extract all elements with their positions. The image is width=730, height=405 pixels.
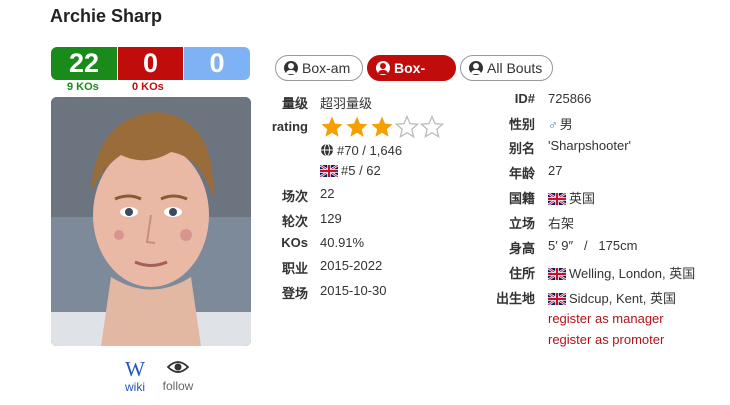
follow-label: follow bbox=[162, 379, 194, 393]
tab-label: Box-am bbox=[302, 60, 351, 76]
debut-value: 2015-10-30 bbox=[320, 283, 387, 298]
rounds-label: 轮次 bbox=[281, 214, 308, 229]
tab-box-am[interactable]: Box-am bbox=[275, 55, 363, 81]
wins-count: 22 bbox=[51, 47, 117, 80]
wins-ko-count: 9 KOs bbox=[67, 81, 99, 93]
star-empty-icon bbox=[420, 115, 444, 139]
rating-label: rating bbox=[271, 119, 308, 134]
boxer-photo bbox=[51, 97, 251, 346]
alias-label: 别名 bbox=[508, 141, 535, 156]
losses-ko-count: 0 KOs bbox=[132, 81, 164, 93]
sex-label: 性别 bbox=[508, 117, 535, 132]
draws-count: 0 bbox=[184, 47, 250, 80]
male-icon: ♂ bbox=[548, 117, 558, 132]
birthplace-value: Sidcup, Kent, 英国 bbox=[548, 288, 676, 307]
eye-icon bbox=[166, 361, 190, 373]
career-label: 职业 bbox=[281, 261, 308, 276]
birthplace-text: Sidcup, Kent, 英国 bbox=[569, 291, 676, 306]
nationality-label: 国籍 bbox=[508, 191, 535, 206]
world-rank: #70 / 1,646 bbox=[320, 143, 402, 158]
bouts-value: 22 bbox=[320, 186, 335, 201]
kos-value: 40.91% bbox=[320, 235, 365, 250]
nationality-text: 英国 bbox=[569, 191, 596, 206]
wiki-link[interactable]: W wiki bbox=[118, 357, 152, 395]
tab-label: Box-pro bbox=[394, 60, 426, 100]
rounds-value: 129 bbox=[320, 211, 342, 226]
height-label: 身高 bbox=[508, 241, 535, 256]
debut-label: 登场 bbox=[281, 286, 308, 301]
wiki-label: wiki bbox=[125, 380, 145, 394]
follow-button[interactable]: follow bbox=[158, 359, 198, 393]
sex-text: 男 bbox=[559, 117, 573, 132]
wikipedia-icon: W bbox=[125, 357, 145, 381]
sex-value: ♂ 男 bbox=[548, 114, 573, 133]
residence-label: 住所 bbox=[508, 266, 535, 281]
rating-stars bbox=[320, 115, 444, 139]
tab-all-bouts[interactable]: All Bouts bbox=[460, 55, 553, 81]
age-label: 年龄 bbox=[508, 166, 535, 181]
alias-value: 'Sharpshooter' bbox=[548, 138, 632, 153]
id-label: ID# bbox=[514, 91, 535, 106]
user-icon bbox=[469, 61, 483, 75]
residence-value: Welling, London, 英国 bbox=[548, 263, 695, 282]
star-empty-icon bbox=[395, 115, 419, 139]
tab-box-pro[interactable]: Box-pro bbox=[367, 55, 456, 100]
star-filled-icon bbox=[371, 116, 393, 137]
height-value: 5′ 9″ / 175cm bbox=[548, 238, 638, 253]
career-value: 2015-2022 bbox=[320, 258, 383, 273]
division-label: 量级 bbox=[281, 96, 308, 111]
age-value: 27 bbox=[548, 163, 563, 178]
globe-icon bbox=[321, 143, 333, 157]
world-rank-value: #70 / 1,646 bbox=[337, 143, 403, 158]
division-value: 超羽量级 bbox=[320, 96, 373, 111]
stance-label: 立场 bbox=[508, 216, 535, 231]
boxer-name: Archie Sharp bbox=[50, 6, 163, 26]
residence-text: Welling, London, 英国 bbox=[569, 266, 696, 281]
uk-flag-icon bbox=[548, 193, 566, 205]
bouts-label: 场次 bbox=[281, 189, 308, 204]
register-promoter-link[interactable]: register as promoter bbox=[548, 332, 664, 347]
nationality-value: 英国 bbox=[548, 188, 595, 207]
uk-flag-icon bbox=[548, 268, 566, 280]
birthplace-label: 出生地 bbox=[495, 291, 535, 306]
user-icon bbox=[376, 61, 390, 75]
kos-label: KOs bbox=[281, 235, 308, 250]
id-value: 725866 bbox=[548, 91, 592, 106]
star-filled-icon bbox=[346, 116, 368, 137]
losses-count: 0 bbox=[118, 47, 183, 80]
star-filled-icon bbox=[321, 116, 343, 137]
country-rank: #5 / 62 bbox=[320, 163, 381, 178]
uk-flag-icon bbox=[548, 293, 566, 305]
country-rank-value: #5 / 62 bbox=[341, 163, 381, 178]
uk-flag-icon bbox=[320, 165, 338, 177]
user-icon bbox=[284, 61, 298, 75]
tab-label: All Bouts bbox=[487, 60, 543, 76]
stance-value: 右架 bbox=[548, 216, 575, 231]
register-manager-link[interactable]: register as manager bbox=[548, 311, 664, 326]
